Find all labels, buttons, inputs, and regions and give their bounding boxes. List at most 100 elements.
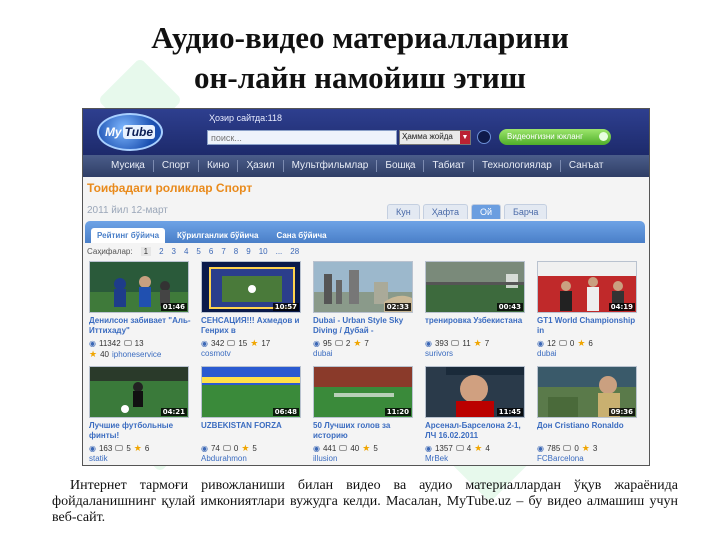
video-card[interactable]: 00:43 тренировка Узбекистана ◉ 393 11 ★ 7… (423, 261, 535, 366)
video-thumbnail[interactable]: 11:45 (425, 366, 525, 418)
eye-icon: ◉ (313, 443, 320, 453)
period-tab[interactable]: Ҳафта (422, 204, 468, 219)
page-link[interactable]: 7 (221, 247, 225, 256)
mytube-logo[interactable]: My Tube (97, 113, 163, 151)
search-button[interactable] (477, 130, 491, 144)
video-author[interactable]: iphoneservice (112, 350, 161, 359)
video-title[interactable]: Дон Cristiano Ronaldo (537, 421, 641, 441)
period-tab[interactable]: Кун (387, 204, 420, 219)
video-stats: ◉ 785 0 ★ 3 (537, 443, 645, 453)
video-card[interactable]: 01:46 Денилсон забивает "Аль-Иттихаду" ◉… (87, 261, 199, 366)
upload-video-button[interactable]: Видеонгизни юкланг (499, 129, 611, 145)
video-title[interactable]: GT1 World Championship in (537, 316, 641, 336)
video-thumbnail[interactable]: 04:21 (89, 366, 189, 418)
video-author[interactable]: FCBarcelona (537, 454, 584, 463)
video-title[interactable]: тренировка Узбекистана (425, 316, 529, 336)
video-title[interactable]: Арсенал-Барселона 2-1, ЛЧ 16.02.2011 (425, 421, 529, 441)
video-author[interactable]: surivors (425, 349, 453, 358)
sort-tab[interactable]: Сана бўйича (270, 228, 332, 243)
page-link[interactable]: 6 (209, 247, 213, 256)
eye-icon: ◉ (537, 443, 544, 453)
video-thumbnail[interactable]: 10:57 (201, 261, 301, 313)
video-author-row: MrBek (425, 454, 533, 463)
eye-icon: ◉ (313, 338, 320, 348)
video-thumbnail[interactable]: 09:36 (537, 366, 637, 418)
video-author[interactable]: dubai (313, 349, 333, 358)
page-link[interactable]: 28 (290, 247, 299, 256)
category-nav: Мусиқа Спорт Кино Ҳазил Мультфильмлар Бошқа Та… (83, 155, 649, 177)
nav-item[interactable]: Табиат (424, 160, 474, 172)
nav-item[interactable]: Бошқа (377, 160, 425, 172)
video-card[interactable]: 10:57 СЕНСАЦИЯ!!! Ахмедов и Генрих в ◉ 3… (199, 261, 311, 366)
page-link[interactable]: 3 (172, 247, 176, 256)
nav-item[interactable]: Технологиялар (474, 160, 561, 172)
video-card[interactable]: 11:20 50 Лучших голов за историю ◉ 441 4… (311, 366, 423, 465)
page-link[interactable]: 1 (140, 247, 152, 256)
nav-item[interactable]: Мусиқа (103, 160, 154, 172)
nav-item[interactable]: Спорт (154, 160, 199, 172)
period-tab[interactable]: Ой (470, 204, 501, 219)
video-card[interactable]: 04:21 Лучшие футбольные финты! ◉ 163 5 ★… (87, 366, 199, 465)
sort-tab[interactable]: Кўрилганлик бўйича (171, 228, 264, 243)
sort-tabs: Рейтинг бўйича Кўрилганлик бўйича Сана бўй… (85, 221, 645, 243)
video-thumbnail[interactable]: 06:48 (201, 366, 301, 418)
page-link[interactable]: 10 (259, 247, 268, 256)
search-scope-select[interactable]: Ҳамма жойда ▼ (399, 130, 471, 145)
comment-icon (563, 445, 572, 451)
video-author[interactable]: cosmotv (201, 349, 231, 358)
rating-count: 40 (100, 350, 109, 359)
comment-icon (334, 340, 343, 346)
period-tab[interactable]: Барча (504, 204, 548, 219)
video-author[interactable]: dubai (537, 349, 557, 358)
rating-count: 3 (592, 443, 598, 453)
video-title[interactable]: 50 Лучших голов за историю (313, 421, 417, 441)
view-count: 11342 (98, 338, 121, 348)
page-link[interactable]: 8 (234, 247, 238, 256)
video-title[interactable]: UZBEKISTAN FORZA (201, 421, 305, 441)
search-input[interactable] (207, 130, 397, 145)
video-stats: ◉ 393 11 ★ 7 (425, 338, 533, 348)
nav-item[interactable]: Санъат (561, 160, 612, 172)
video-duration: 01:46 (160, 303, 187, 311)
video-title[interactable]: Лучшие футбольные финты! (89, 421, 193, 441)
video-thumbnail[interactable]: 01:46 (89, 261, 189, 313)
page-link[interactable]: 4 (184, 247, 188, 256)
video-grid: 01:46 Денилсон забивает "Аль-Иттихаду" ◉… (87, 261, 647, 465)
video-title[interactable]: Dubai - Urban Style Sky Diving / Дубай - (313, 316, 417, 336)
online-counter: Ҳозир сайтда:118 (209, 113, 283, 123)
video-author[interactable]: illusion (313, 454, 337, 463)
video-thumbnail[interactable]: 02:33 (313, 261, 413, 313)
eye-icon: ◉ (89, 338, 96, 348)
video-duration: 04:19 (608, 303, 635, 311)
video-card[interactable]: 11:45 Арсенал-Барселона 2-1, ЛЧ 16.02.20… (423, 366, 535, 465)
video-thumbnail[interactable]: 00:43 (425, 261, 525, 313)
video-card[interactable]: 09:36 Дон Cristiano Ronaldo ◉ 785 0 ★ 3 F… (535, 366, 647, 465)
comment-icon (123, 340, 132, 346)
video-author[interactable]: MrBek (425, 454, 448, 463)
page-link[interactable]: 9 (246, 247, 250, 256)
sort-tab[interactable]: Рейтинг бўйича (91, 228, 166, 243)
video-author[interactable]: Abdurahmon (201, 454, 247, 463)
comment-icon (558, 340, 567, 346)
video-card[interactable]: 06:48 UZBEKISTAN FORZA ◉ 74 0 ★ 5 Abdurah… (199, 366, 311, 465)
nav-item[interactable]: Мультфильмлар (284, 160, 378, 172)
page-link[interactable]: ... (276, 247, 283, 256)
video-stats: ◉ 1357 4 ★ 4 (425, 443, 533, 453)
view-count: 342 (210, 338, 225, 348)
nav-item[interactable]: Ҳазил (238, 160, 284, 172)
eye-icon: ◉ (425, 443, 432, 453)
video-title[interactable]: СЕНСАЦИЯ!!! Ахмедов и Генрих в (201, 316, 305, 336)
nav-item[interactable]: Кино (199, 160, 239, 172)
video-card[interactable]: 04:19 GT1 World Championship in ◉ 12 0 ★… (535, 261, 647, 366)
rating-count: 4 (485, 443, 490, 453)
video-title[interactable]: Денилсон забивает "Аль-Иттихаду" (89, 316, 193, 336)
view-count: 1357 (434, 443, 453, 453)
video-author-row: dubai (537, 349, 645, 358)
page-link[interactable]: 5 (196, 247, 200, 256)
video-thumbnail[interactable]: 04:19 (537, 261, 637, 313)
comment-count: 5 (126, 443, 131, 453)
video-card[interactable]: 02:33 Dubai - Urban Style Sky Diving / Д… (311, 261, 423, 366)
page-link[interactable]: 2 (159, 247, 163, 256)
video-thumbnail[interactable]: 11:20 (313, 366, 413, 418)
video-author[interactable]: statik (89, 454, 108, 463)
